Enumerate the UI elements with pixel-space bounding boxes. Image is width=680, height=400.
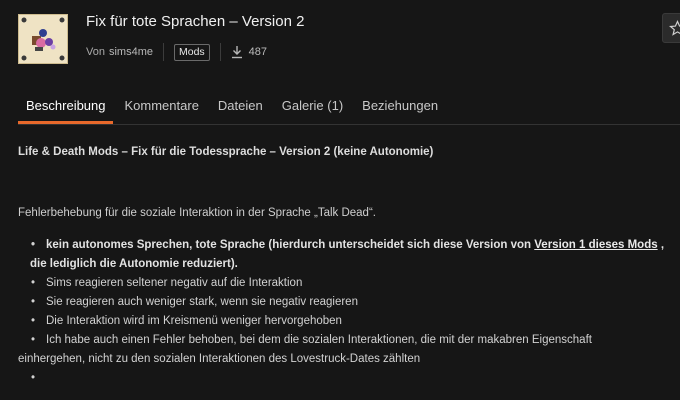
list-item: Ich habe auch einen Fehler behoben, bei … [18,331,668,369]
category-badge[interactable]: Mods [173,43,210,61]
tab-relations[interactable]: Beziehungen [362,98,438,118]
list-item-text: Sims reagieren seltener negativ auf die … [46,277,303,289]
meta-divider [219,43,221,61]
list-item-text: Ich habe auch einen Fehler behoben, bei … [46,334,592,346]
page-title: Fix für tote Sprachen – Version 2 [86,13,305,30]
tab-divider [18,124,680,125]
star-icon [669,20,680,36]
favorite-button[interactable] [662,13,680,43]
author-prefix: Von [86,46,105,58]
list-item-text: , [660,239,665,251]
list-item-text: Sie reagieren auch weniger stark, wenn s… [46,296,358,308]
description-summary: Life & Death Mods – Fix für die Todesspr… [18,146,434,158]
meta-divider [162,43,164,61]
mod-thumbnail-icon [19,15,67,63]
version-1-link[interactable]: Version 1 dieses Mods [534,239,657,251]
list-item-text: einhergehen, nicht zu den sozialen Inter… [18,353,421,365]
tab-description[interactable]: Beschreibung [18,98,112,124]
download-count: 487 [248,46,268,58]
description-intro: Fehlerbehebung für die soziale Interakti… [18,207,376,219]
download-icon [231,46,242,59]
list-item-text: kein autonomes Sprechen, tote Sprache (h… [46,239,532,251]
list-item: Sims reagieren seltener negativ auf die … [18,274,668,293]
list-item-text: die lediglich die Autonomie reduziert). [30,258,238,270]
list-item: Sie reagieren auch weniger stark, wenn s… [18,293,668,312]
tab-gallery[interactable]: Galerie (1) [282,98,343,118]
list-item: Die Interaktion wird im Kreismenü wenige… [18,312,668,331]
list-item [18,369,668,388]
tab-files[interactable]: Dateien [218,98,263,118]
list-item-text: Die Interaktion wird im Kreismenü wenige… [46,315,342,327]
tab-comments[interactable]: Kommentare [125,98,199,118]
author-link[interactable]: sims4me [109,46,153,58]
list-item: kein autonomes Sprechen, tote Sprache (h… [18,236,668,274]
mod-thumbnail[interactable] [18,14,68,64]
tab-bar: Beschreibung Kommentare Dateien Galerie … [18,98,457,124]
mod-meta: Von sims4me Mods 487 [86,42,267,62]
list-item-text [34,372,46,384]
feature-list: kein autonomes Sprechen, tote Sprache (h… [18,236,668,388]
